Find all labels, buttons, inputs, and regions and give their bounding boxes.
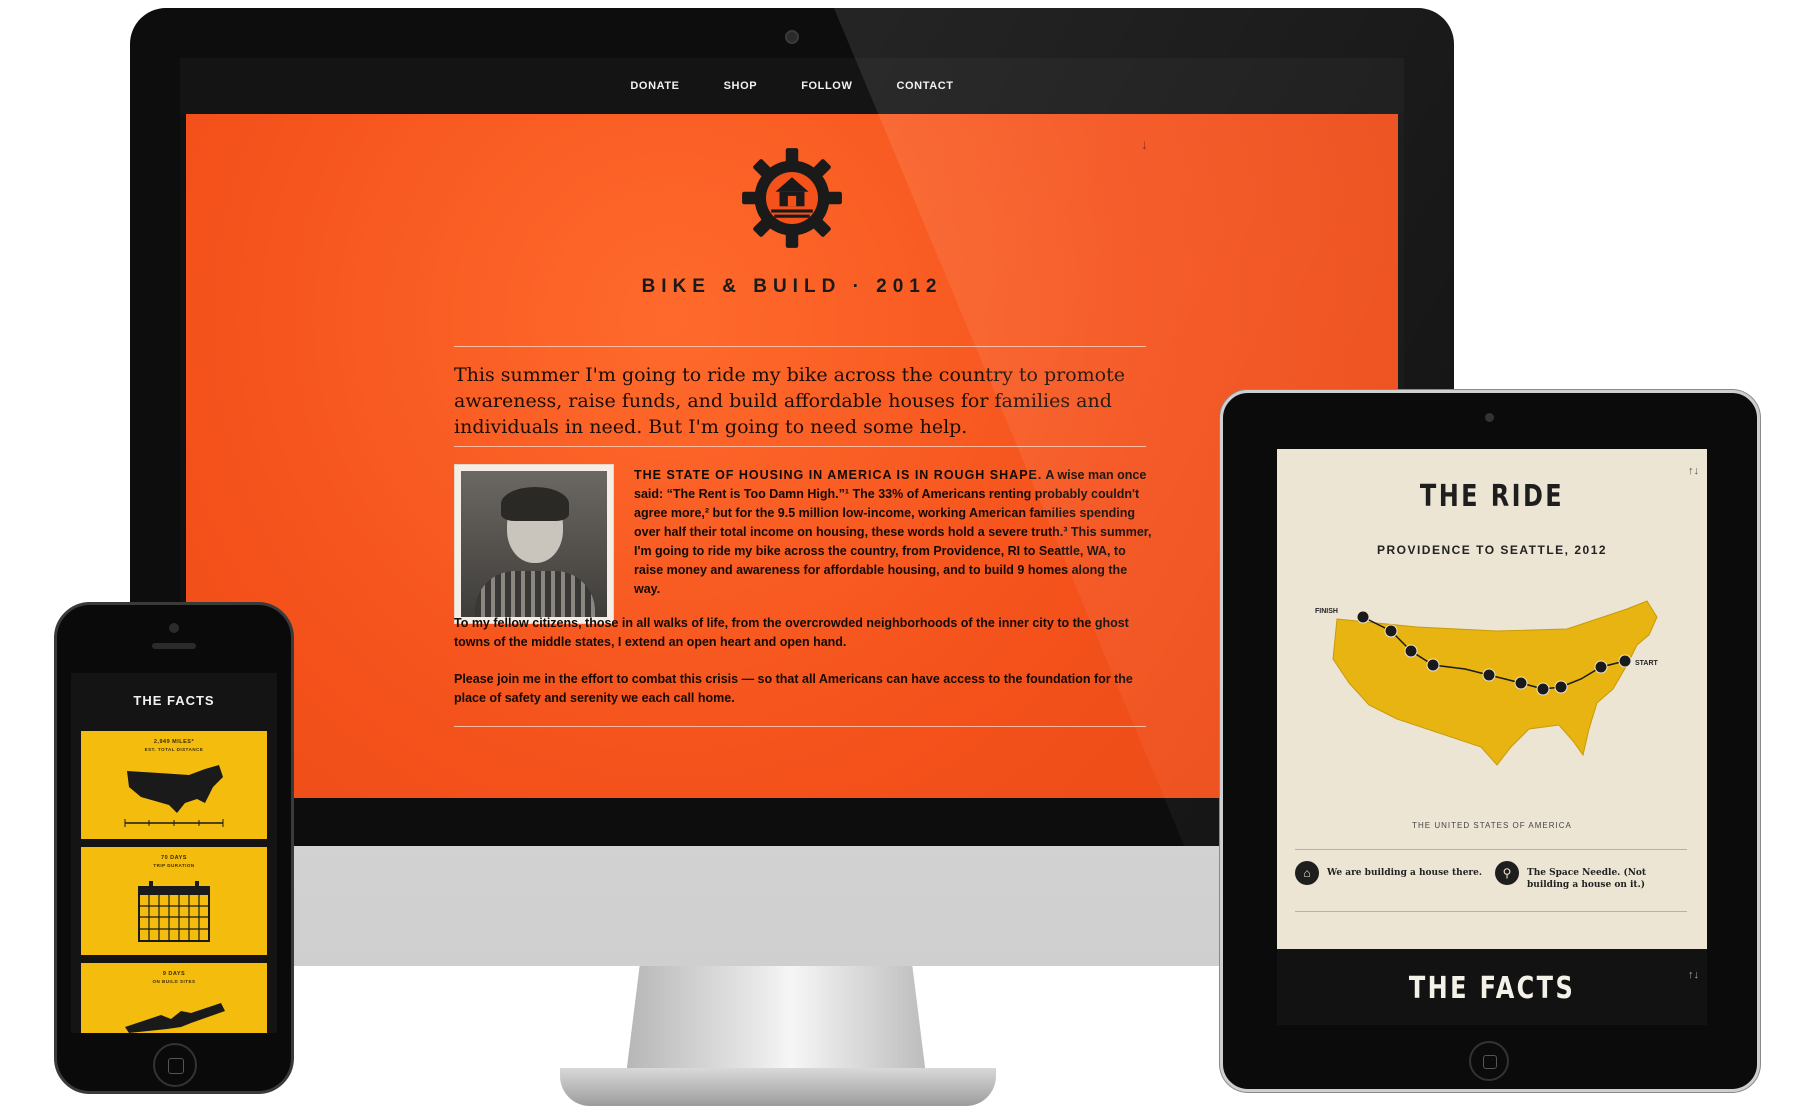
map-start-label: START [1635, 660, 1659, 667]
fact-card-duration: 70 DAYS TRIP DURATION [81, 847, 267, 955]
legend-house: ⌂ We are building a house there. [1295, 861, 1482, 885]
ipad-device: ↑↓ THE RIDE PROVIDENCE TO SEATTLE, 2012 … [1220, 390, 1760, 1092]
portrait-image [461, 471, 607, 617]
tablet-screen: ↑↓ THE RIDE PROVIDENCE TO SEATTLE, 2012 … [1277, 449, 1707, 1025]
tools-icon [125, 1003, 225, 1033]
phone-facts-title: THE FACTS [133, 693, 215, 708]
house-marker-icon [1618, 654, 1632, 668]
facts-section: THE FACTS ↑↓ [1277, 949, 1707, 1025]
space-needle-marker-icon [1356, 610, 1370, 624]
house-marker-icon [1384, 624, 1398, 638]
nav-donate[interactable]: DONATE [630, 80, 679, 92]
section-nav-icon[interactable]: ↑↓ [1688, 465, 1699, 477]
imac-camera [785, 30, 799, 44]
legend-space-needle: ⚲ The Space Needle. (Not building a hous… [1495, 861, 1685, 891]
fact-subtitle: ON BUILD SITES [152, 979, 196, 984]
fact-title: 9 DAYS [162, 971, 186, 977]
phone-screen: THE FACTS 2,949 MILES* EST. TOTAL DISTAN… [71, 673, 277, 1033]
divider [454, 446, 1146, 447]
gear-house-logo-icon [742, 148, 842, 248]
ipad-camera [1485, 413, 1494, 422]
citizens-paragraph: To my fellow citizens, those in all walk… [454, 616, 1129, 649]
usa-map-icon [124, 765, 224, 827]
iphone-home-button[interactable] [153, 1043, 197, 1087]
ride-title: THE RIDE [1419, 479, 1565, 514]
fact-card-build-days: 9 DAYS ON BUILD SITES [81, 963, 267, 1033]
house-marker-icon [1514, 676, 1528, 690]
house-marker-icon [1594, 660, 1608, 674]
space-needle-icon: ⚲ [1495, 861, 1519, 885]
iphone-speaker [152, 643, 196, 649]
fact-subtitle: EST. TOTAL DISTANCE [144, 747, 204, 752]
map-caption: THE UNITED STATES OF AMERICA [1412, 821, 1572, 830]
nav-shop[interactable]: SHOP [724, 80, 758, 92]
portrait-shirt [475, 571, 595, 617]
site-title: BIKE & BUILD · 2012 [641, 276, 943, 297]
imac-foot [560, 1068, 996, 1106]
facts-title: THE FACTS [1408, 971, 1576, 1006]
map-finish-label: FINISH [1315, 608, 1338, 615]
house-marker-icon [1536, 682, 1550, 696]
house-icon: ⌂ [1295, 861, 1319, 885]
portrait-photo [454, 464, 614, 624]
fact-subtitle: TRIP DURATION [153, 863, 195, 868]
nav-follow[interactable]: FOLLOW [801, 80, 852, 92]
house-marker-icon [1482, 668, 1496, 682]
legend-needle-text: The Space Needle. (Not building a house … [1527, 868, 1647, 890]
divider [454, 726, 1146, 727]
fact-title: 2,949 MILES* [153, 739, 195, 745]
iphone-device: THE FACTS 2,949 MILES* EST. TOTAL DISTAN… [54, 602, 294, 1094]
divider [454, 346, 1146, 347]
site-nav: DONATE SHOP FOLLOW CONTACT [180, 58, 1404, 114]
scroll-down-icon[interactable]: ↓ [1141, 136, 1148, 152]
housing-heading: THE STATE OF HOUSING IN AMERICA IS IN RO… [634, 468, 1043, 482]
house-marker-icon [1426, 658, 1440, 672]
iphone-camera [169, 623, 179, 633]
nav-contact[interactable]: CONTACT [896, 80, 953, 92]
usa-route-map: FINISH START [1315, 600, 1659, 766]
legend-house-text: We are building a house there. [1327, 868, 1483, 878]
join-paragraph: Please join me in the effort to combat t… [454, 672, 1133, 705]
housing-text: A wise man once said: “The Rent is Too D… [634, 468, 1152, 596]
portrait-hair [501, 487, 569, 521]
lede-text: This summer I'm going to ride my bike ac… [454, 364, 1125, 438]
house-marker-icon [1404, 644, 1418, 658]
imac-stand [626, 955, 926, 1075]
divider [1295, 849, 1687, 850]
divider [1295, 911, 1687, 912]
fact-title: 70 DAYS [161, 855, 187, 861]
ipad-home-button[interactable] [1469, 1041, 1509, 1081]
section-nav-icon[interactable]: ↑↓ [1688, 969, 1699, 981]
calendar-icon [138, 881, 210, 942]
housing-paragraph: THE STATE OF HOUSING IN AMERICA IS IN RO… [634, 466, 1154, 599]
fact-card-distance: 2,949 MILES* EST. TOTAL DISTANCE [81, 731, 267, 839]
ride-subtitle: PROVIDENCE TO SEATTLE, 2012 [1376, 543, 1608, 557]
hero-section: ↓ BIKE & BUILD · 2012 This summer I'm go… [186, 114, 1398, 798]
house-marker-icon [1554, 680, 1568, 694]
